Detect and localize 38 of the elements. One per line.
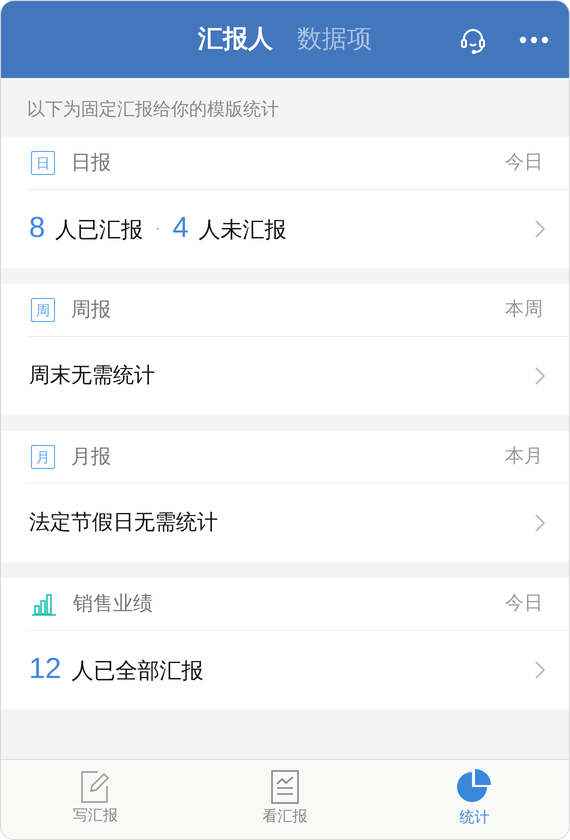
bottom-tab[interactable]: 写汇报 xyxy=(1,760,190,839)
header-tab[interactable]: 数据项 xyxy=(285,20,384,58)
card-row[interactable]: 8 人已汇报 · 4 人未汇报 xyxy=(1,190,569,268)
calendar-icon: 月 xyxy=(31,445,55,469)
edit-icon xyxy=(80,771,111,804)
count-label: 人未汇报 xyxy=(198,216,287,244)
count-label: 人已全部汇报 xyxy=(71,656,204,684)
period-label: 本月 xyxy=(505,444,543,469)
period-label: 今日 xyxy=(505,150,543,175)
notice-text: 以下为固定汇报给你的模版统计 xyxy=(26,98,280,121)
card-title: 月报 xyxy=(71,445,111,470)
period-label: 今日 xyxy=(505,592,543,616)
card-title: 周报 xyxy=(71,298,111,323)
chevron-icon xyxy=(535,366,545,385)
period-label: 本周 xyxy=(505,298,543,322)
count-number: 12 xyxy=(29,652,62,688)
card-title: 日报 xyxy=(71,151,111,176)
bottom-tab[interactable]: 统计 xyxy=(380,760,569,839)
card-title: 销售业绩 xyxy=(73,592,153,617)
card-row[interactable]: 法定节假日无需统计 xyxy=(1,484,569,562)
chevron-icon xyxy=(535,514,545,532)
header-tab[interactable]: 汇报人 xyxy=(186,20,285,58)
card-row[interactable]: 周末无需统计 xyxy=(1,337,569,415)
bar-chart-icon xyxy=(31,592,57,616)
document-chart-icon xyxy=(270,770,299,804)
separator-dot: · xyxy=(155,219,160,239)
count-number: 4 xyxy=(172,211,189,246)
card-row[interactable]: 12 人已全部汇报 xyxy=(1,631,569,709)
count-label: 人已汇报 xyxy=(55,216,144,244)
calendar-icon: 周 xyxy=(31,298,55,322)
bottom-tab[interactable]: 看汇报 xyxy=(190,760,380,839)
chevron-icon xyxy=(535,220,545,238)
count-number: 8 xyxy=(29,211,46,246)
more-icon[interactable] xyxy=(519,36,549,44)
chevron-icon xyxy=(535,660,545,679)
calendar-icon: 日 xyxy=(31,151,55,175)
row-text: 周末无需统计 xyxy=(29,363,155,390)
row-text: 法定节假日无需统计 xyxy=(29,510,218,536)
